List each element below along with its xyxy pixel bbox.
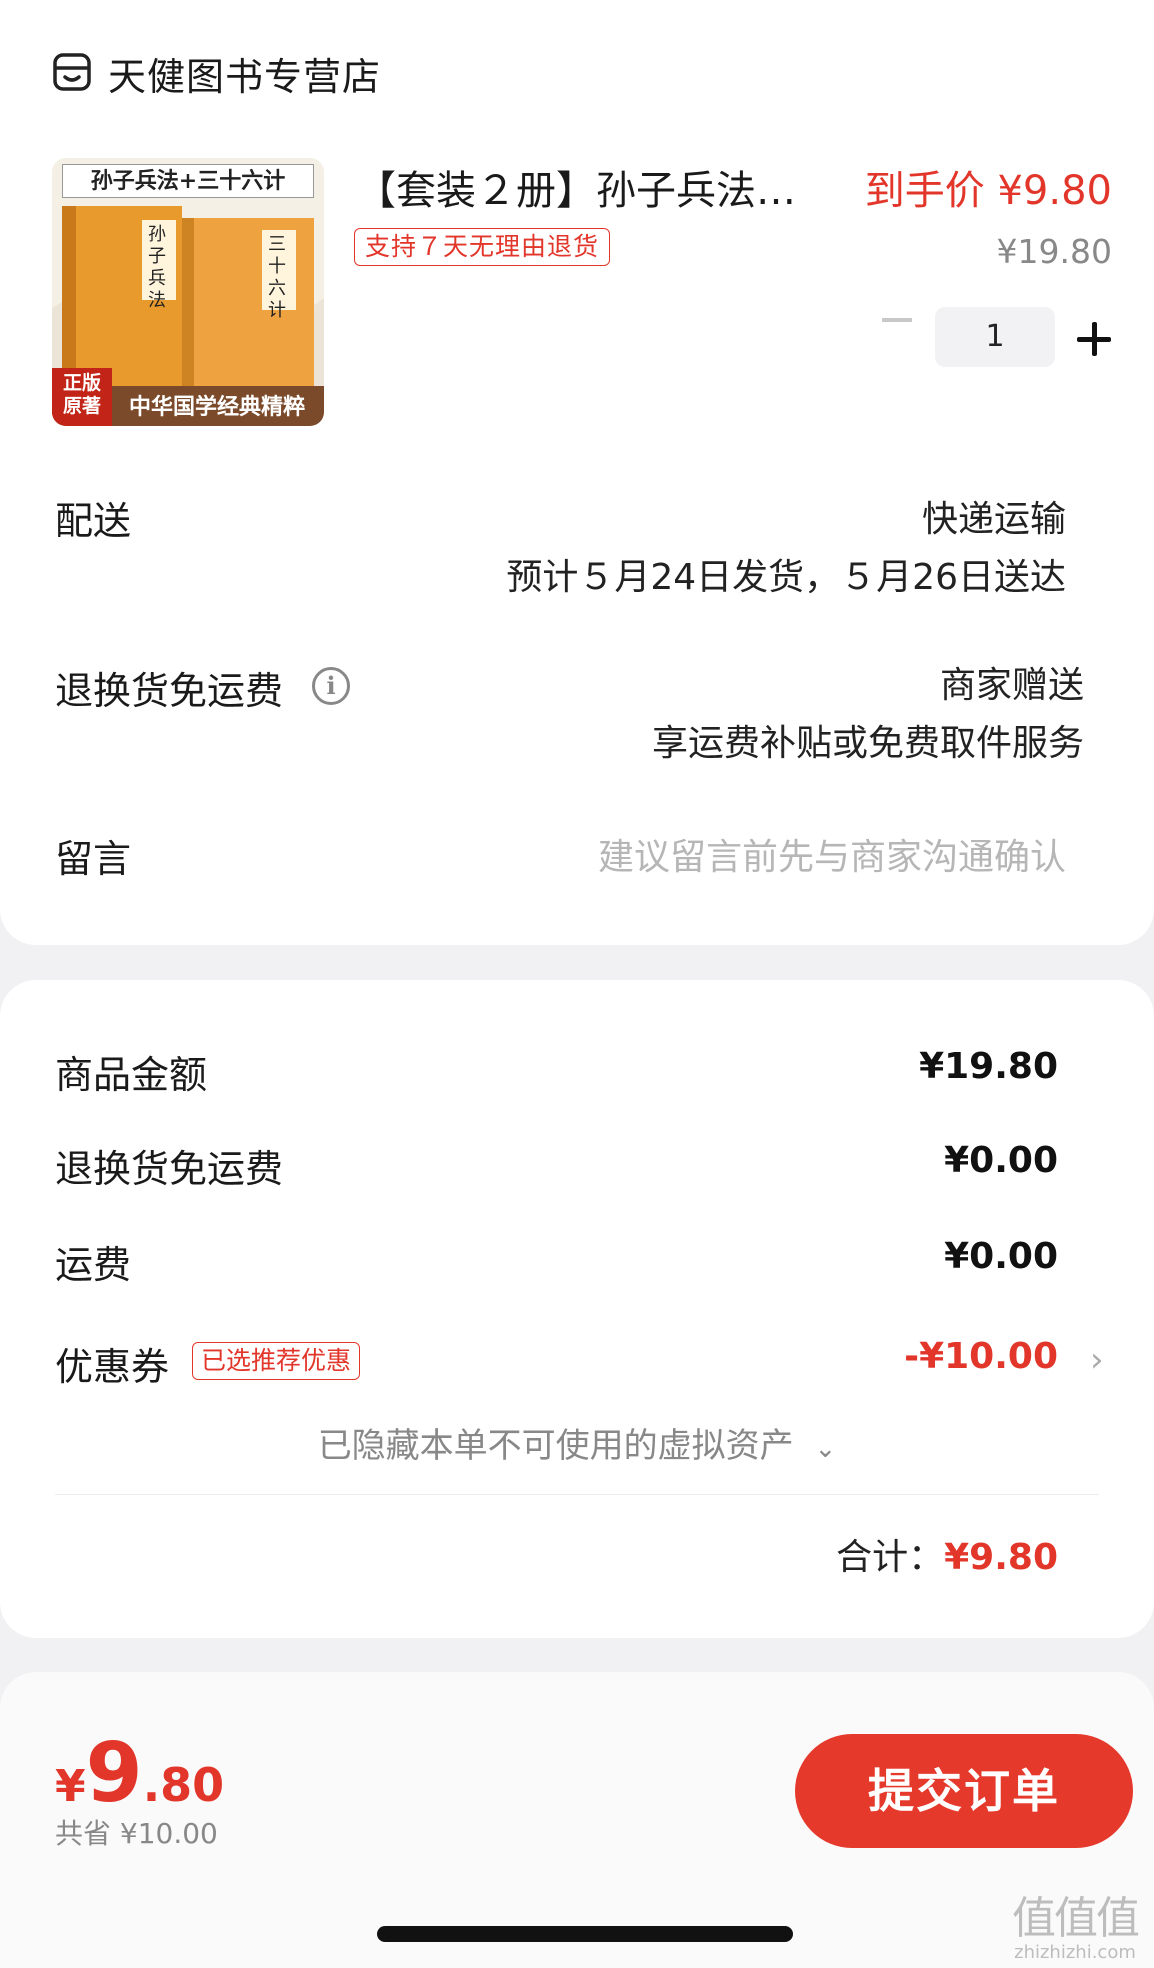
chevron-right-icon[interactable]: › — [1090, 1340, 1104, 1380]
message-label: 留言 — [55, 837, 132, 881]
goods-amount-label: 商品金额 — [55, 1053, 208, 1097]
return-shipping-label: 退换货免运费 — [55, 669, 284, 713]
message-input[interactable]: 建议留言前先与商家沟通确认 — [598, 828, 1066, 880]
original-price: ¥19.80 — [996, 232, 1112, 271]
pay-amount: ¥9.80 — [55, 1726, 224, 1821]
shipping-fee-value: ¥0.00 — [944, 1236, 1058, 1277]
goods-amount-value: ¥19.80 — [919, 1046, 1058, 1087]
saved-amount: 共省 ¥10.00 — [55, 1817, 218, 1850]
watermark: 值值值 zhizhizhi.com — [1000, 1882, 1150, 1963]
coupon-value[interactable]: -¥10.00 — [904, 1336, 1058, 1377]
product-title[interactable]: 【套装２册】孙子兵法… — [356, 158, 796, 216]
image-seal-line2: 原著 — [62, 395, 101, 417]
coupon-label: 优惠券 — [55, 1345, 170, 1389]
delivery-label: 配送 — [55, 499, 132, 543]
total-line: 合计：¥9.80 — [836, 1528, 1058, 1580]
final-price: 到手价 ¥9.80 — [864, 168, 1112, 214]
image-bottom-text: 中华国学经典精粹 — [128, 394, 305, 420]
return-fee-value: ¥0.00 — [944, 1140, 1058, 1181]
image-seal: 正版 原著 — [56, 372, 108, 418]
watermark-url: zhizhizhi.com — [1014, 1942, 1136, 1963]
hidden-assets-text: 已隐藏本单不可使用的虚拟资产 — [317, 1426, 794, 1466]
store-name[interactable]: 天健图书专营店 — [108, 46, 381, 101]
quantity-field[interactable]: 1 — [935, 307, 1055, 367]
hidden-assets-toggle[interactable]: 已隐藏本单不可使用的虚拟资产 ⌄ — [0, 1418, 1154, 1467]
pay-price-int: 9 — [85, 1726, 143, 1821]
pay-price-dec: .80 — [142, 1758, 225, 1812]
info-icon[interactable]: i — [312, 667, 350, 705]
quantity-increase-button[interactable] — [1077, 322, 1111, 356]
return-policy-badge: 支持７天无理由退货 — [354, 228, 611, 266]
quantity-decrease-button[interactable] — [882, 318, 912, 322]
watermark-logo: 值值值 — [1012, 1893, 1140, 1944]
delivery-method[interactable]: 快递运输 — [922, 490, 1066, 542]
home-indicator — [377, 1926, 793, 1942]
pay-currency: ¥ — [55, 1761, 86, 1812]
total-label: 合计： — [836, 1537, 945, 1578]
chevron-down-icon: ⌄ — [814, 1434, 837, 1464]
image-book1-title: 孙子兵法 — [148, 224, 166, 311]
return-fee-label: 退换货免运费 — [55, 1147, 284, 1191]
shipping-fee-label: 运费 — [55, 1243, 132, 1287]
image-book2-title: 三十六计 — [268, 234, 286, 321]
coupon-badge: 已选推荐优惠 — [192, 1342, 361, 1380]
delivery-estimate: 预计５月24日发货，５月26日送达 — [506, 557, 1066, 598]
store-icon — [53, 53, 91, 91]
total-value: ¥9.80 — [944, 1537, 1058, 1578]
order-card: 天健图书专营店 孙子兵法+三十六计 孙子兵法 三十六计 正版 原著 中华国学经典… — [0, 0, 1154, 945]
product-image[interactable]: 孙子兵法+三十六计 孙子兵法 三十六计 正版 原著 中华国学经典精粹 — [52, 158, 324, 426]
submit-order-button[interactable]: 提交订单 — [795, 1734, 1133, 1848]
return-shipping-detail: 享运费补贴或免费取件服务 — [651, 723, 1084, 764]
divider — [55, 1494, 1099, 1495]
return-shipping-value: 商家赠送 — [939, 665, 1084, 706]
image-seal-line1: 正版 — [62, 372, 101, 394]
image-banner-text: 孙子兵法+三十六计 — [62, 164, 314, 198]
